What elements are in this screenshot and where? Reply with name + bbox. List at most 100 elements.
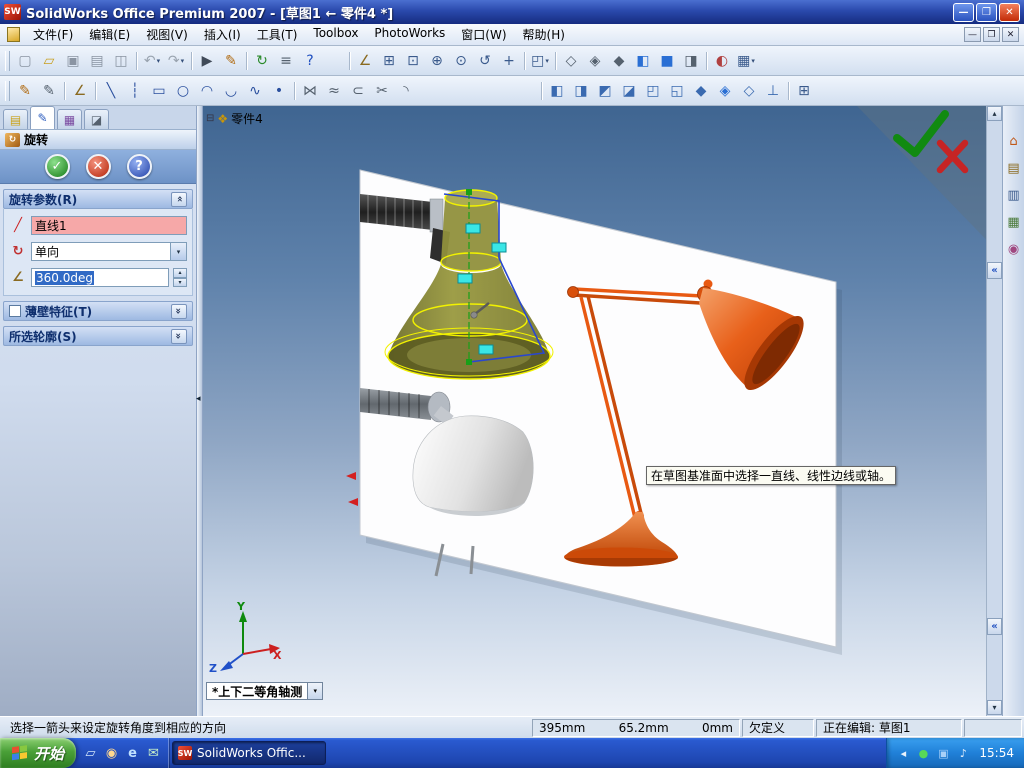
top-view-icon[interactable]: ◰ [641,79,665,103]
shaded-with-edges-icon[interactable]: ◧ [631,49,655,73]
wireframe-icon[interactable]: ◇ [559,49,583,73]
select-icon[interactable]: ▶ [195,49,219,73]
centerpoint-arc-tool-icon[interactable]: ◠ [195,79,219,103]
undo-dropdown-arrow[interactable]: ▾ [157,57,161,65]
full-screen-icon[interactable]: ⊞ [792,79,816,103]
section-thin-feature[interactable]: 薄壁特征(T) « [3,301,193,321]
menu-photoworks[interactable]: PhotoWorks [366,23,453,46]
feature-tree-flyout[interactable]: ⊟ ❖ 零件4 [206,110,263,127]
input-method-tray-icon[interactable]: ▣ [935,745,951,761]
rebuild-icon[interactable]: ↻ [250,49,274,73]
cancel-button[interactable]: ✕ [85,154,111,179]
options-icon[interactable]: ≡ [274,49,298,73]
view-orientation-icon[interactable]: ▦ ▾ [734,49,758,73]
offset-entities-icon[interactable]: ≈ [322,79,346,103]
spin-down-button[interactable]: ▾ [173,277,187,287]
menu-view[interactable]: 视图(V) [138,23,196,46]
spin-up-button[interactable]: ▴ [173,268,187,278]
shadows-in-shaded-mode-icon[interactable]: ◨ [679,49,703,73]
centerline-endpoint[interactable] [466,189,472,195]
zoom-in-out-icon[interactable]: ⊕ [425,49,449,73]
close-button[interactable]: ✕ [999,2,1020,22]
mdi-close-button[interactable]: ✕ [1002,27,1019,42]
zoom-to-area-icon[interactable]: ⊡ [401,49,425,73]
view-orientation-selector[interactable]: *上下二等角轴测 ▾ [206,682,324,700]
normal-to-view-icon[interactable]: ⊥ [761,79,785,103]
menu-file[interactable]: 文件(F) [25,23,81,46]
redo-icon[interactable]: ↷ ▾ [164,49,188,73]
help-button[interactable]: ? [126,154,152,179]
volume-tray-icon[interactable]: ♪ [955,745,971,761]
combo-dropdown-arrow[interactable]: ▾ [170,243,186,260]
collapse-section-button[interactable]: « [171,191,187,207]
collapse-pane-button[interactable]: « [987,262,1002,279]
vertical-scrollbar[interactable]: ▴ « « ▾ [986,106,1002,716]
file-explorer-icon[interactable]: ▥ [1005,186,1023,204]
back-view-icon[interactable]: ◨ [569,79,593,103]
scroll-up-button[interactable]: ▴ [987,106,1002,121]
standard-views-dropdown-arrow[interactable]: ▾ [545,57,549,65]
save-document-icon[interactable]: ▣ [61,49,85,73]
view-palette-icon[interactable]: ▦ [1005,213,1023,231]
section-selected-contours[interactable]: 所选轮廓(S) « [3,326,193,346]
rectangle-tool-icon[interactable]: ▭ [147,79,171,103]
thin-feature-checkbox[interactable] [9,305,21,317]
redo-dropdown-arrow[interactable]: ▾ [181,57,185,65]
right-view-icon[interactable]: ◪ [617,79,641,103]
shaded-icon[interactable]: ■ [655,49,679,73]
maximize-button[interactable]: ❐ [976,2,997,22]
trim-entities-icon[interactable]: ✂ [370,79,394,103]
hidden-lines-visible-icon[interactable]: ◈ [583,49,607,73]
new-document-icon[interactable]: ▢ [13,49,37,73]
taskbar-task-button[interactable]: SW SolidWorks Offic... [172,741,326,765]
collapse-pane-button[interactable]: « [987,618,1002,635]
centerline-tool-icon[interactable]: ┆ [123,79,147,103]
toolbar-grip[interactable] [5,50,10,71]
show-desktop-icon[interactable]: ▱ [81,744,100,763]
pan-icon[interactable]: + [497,49,521,73]
mdi-minimize-button[interactable]: — [964,27,981,42]
print-document-icon[interactable]: ▤ [85,49,109,73]
line-tool-icon[interactable]: ╲ [99,79,123,103]
zoom-to-fit-icon[interactable]: ⊞ [377,49,401,73]
standard-views-icon[interactable]: ◰ ▾ [528,49,552,73]
circle-tool-icon[interactable]: ○ [171,79,195,103]
solidworks-resources-icon[interactable]: ⌂ [1005,132,1023,150]
expand-section-button[interactable]: « [171,328,187,344]
appearances-icon[interactable]: ◉ [1005,240,1023,258]
centerline-endpoint[interactable] [466,359,472,365]
menu-toolbox[interactable]: Toolbox [305,23,366,46]
menu-window[interactable]: 窗口(W) [453,23,514,46]
menu-edit[interactable]: 编辑(E) [81,23,138,46]
toolbar-grip[interactable] [5,80,10,101]
dimetric-view-icon[interactable]: ◇ [737,79,761,103]
spline-tool-icon[interactable]: ∿ [243,79,267,103]
tray-hide-icon[interactable]: ◂ [895,745,911,761]
measure-icon[interactable]: ∠ [353,49,377,73]
sketch-icon[interactable]: ✎ [219,49,243,73]
outlook-express-icon[interactable]: ✉ [144,744,163,763]
rotate-view-icon[interactable]: ↺ [473,49,497,73]
help-icon[interactable]: ? [298,49,322,73]
windows-media-player-icon[interactable]: ◉ [102,744,121,763]
hidden-lines-removed-icon[interactable]: ◆ [607,49,631,73]
section-view-icon[interactable]: ◐ [710,49,734,73]
featuremanager-tab[interactable]: ▤ [3,109,28,129]
front-view-icon[interactable]: ◧ [545,79,569,103]
3d-scene[interactable]: Y X Z [203,106,1002,716]
minimize-button[interactable]: — [953,2,974,22]
open-document-icon[interactable]: ▱ [37,49,61,73]
internet-explorer-icon[interactable]: e [123,744,142,763]
start-button[interactable]: 开始 [0,738,76,768]
sketch-fillet-icon[interactable]: ◝ [394,79,418,103]
smart-dimension-icon[interactable]: ∠ [68,79,92,103]
tangent-arc-tool-icon[interactable]: ◡ [219,79,243,103]
print-preview-icon[interactable]: ◫ [109,49,133,73]
menu-help[interactable]: 帮助(H) [515,23,573,46]
mirror-entities-icon[interactable]: ⋈ [298,79,322,103]
sketch-mode-icon[interactable]: ✎ [13,79,37,103]
mdi-restore-button[interactable]: ❐ [983,27,1000,42]
angle-input[interactable]: 360.0deg [31,268,169,287]
configurationmanager-tab[interactable]: ▦ [57,109,82,129]
design-library-icon[interactable]: ▤ [1005,159,1023,177]
